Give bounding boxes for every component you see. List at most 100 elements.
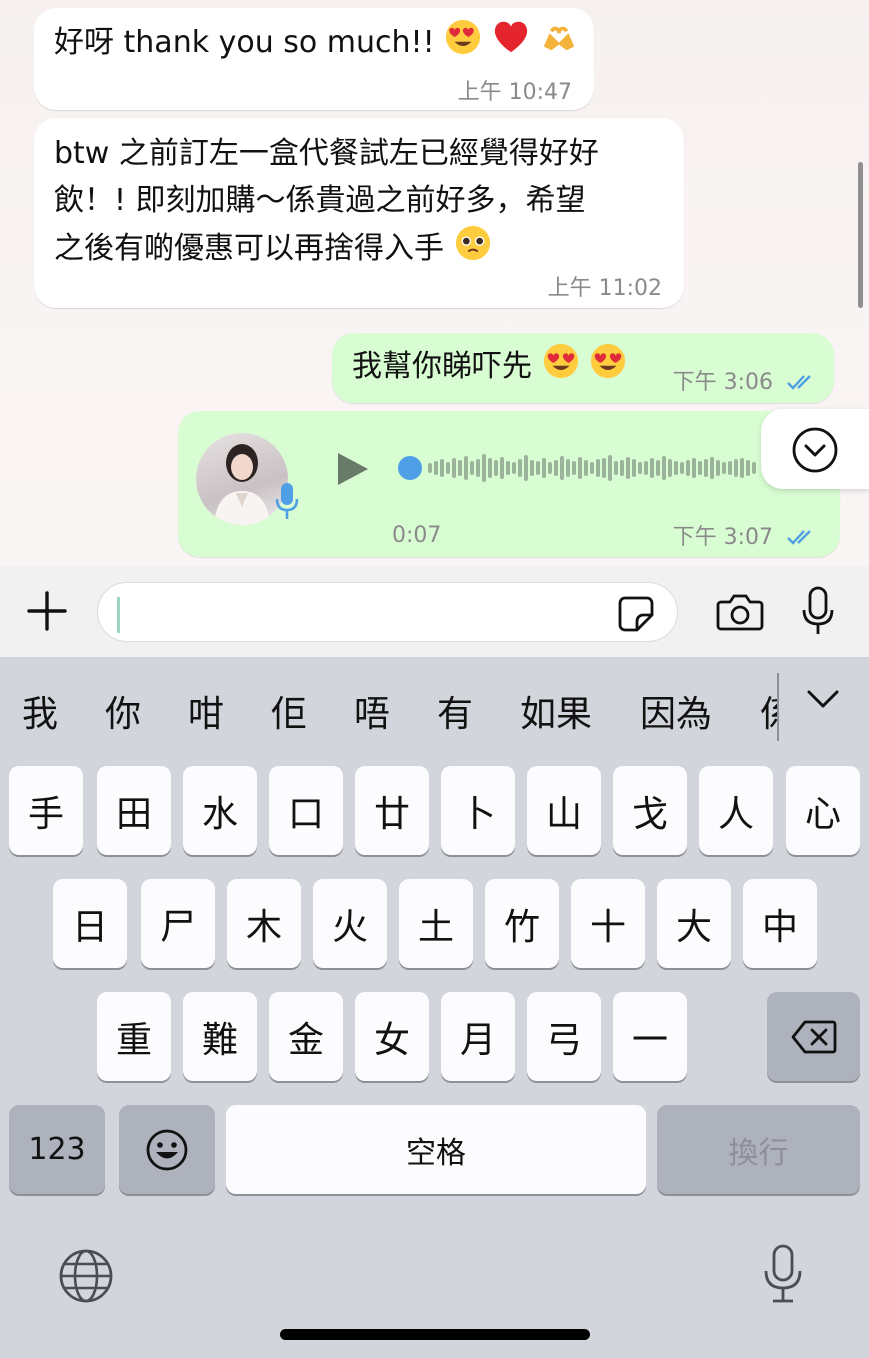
key[interactable]: 口 bbox=[269, 766, 343, 855]
waveform-bar bbox=[578, 457, 582, 479]
key[interactable]: 心 bbox=[786, 766, 860, 855]
waveform-bar bbox=[542, 458, 546, 478]
key[interactable]: 土 bbox=[399, 879, 473, 968]
key[interactable]: 大 bbox=[657, 879, 731, 968]
waveform-bar bbox=[482, 454, 486, 482]
chevron-down-icon[interactable] bbox=[805, 687, 841, 711]
message-meta: 下午 3:07 bbox=[673, 519, 818, 551]
emoji-key[interactable] bbox=[119, 1105, 215, 1194]
delete-key[interactable] bbox=[767, 992, 860, 1081]
waveform-bar bbox=[428, 463, 432, 473]
waveform-bar bbox=[746, 460, 750, 476]
key[interactable]: 手 bbox=[9, 766, 83, 855]
dictation-icon[interactable] bbox=[762, 1243, 804, 1305]
home-indicator bbox=[280, 1329, 590, 1340]
waveform-bar bbox=[614, 461, 618, 475]
play-icon[interactable] bbox=[336, 451, 370, 487]
waveform-bar bbox=[728, 461, 732, 475]
numbers-key[interactable]: 123 bbox=[9, 1105, 105, 1194]
globe-icon[interactable] bbox=[58, 1248, 114, 1304]
key[interactable]: 廿 bbox=[355, 766, 429, 855]
waveform-bar bbox=[464, 456, 468, 480]
microphone-icon[interactable] bbox=[801, 586, 835, 638]
waveform-bar bbox=[440, 459, 444, 477]
waveform-bar bbox=[632, 459, 636, 477]
message-time: 上午 10:47 bbox=[457, 80, 572, 105]
voice-duration: 0:07 bbox=[392, 523, 442, 548]
waveform-bar bbox=[620, 460, 624, 476]
waveform-bar bbox=[686, 460, 690, 476]
waveform-bar bbox=[434, 461, 438, 475]
waveform-bar bbox=[548, 462, 552, 474]
read-ticks-icon bbox=[787, 530, 811, 545]
candidate-word[interactable]: 佢 bbox=[271, 685, 307, 737]
waveform-bar bbox=[608, 455, 612, 481]
sticker-icon[interactable] bbox=[617, 595, 655, 633]
waveform-bar bbox=[530, 460, 534, 476]
candidate-word[interactable]: 有 bbox=[437, 685, 473, 737]
waveform-bar bbox=[512, 462, 516, 474]
key[interactable]: 一 bbox=[613, 992, 687, 1081]
waveform-bar bbox=[644, 461, 648, 475]
voice-message[interactable]: 0:07 下午 3:07 bbox=[178, 411, 840, 557]
key[interactable]: 金 bbox=[269, 992, 343, 1081]
key[interactable]: 木 bbox=[227, 879, 301, 968]
waveform-bar bbox=[650, 458, 654, 478]
candidate-word[interactable]: 因為 bbox=[640, 685, 712, 737]
scrollbar[interactable] bbox=[858, 162, 863, 308]
key[interactable]: 山 bbox=[527, 766, 601, 855]
key[interactable]: 難 bbox=[183, 992, 257, 1081]
message-input[interactable] bbox=[97, 582, 678, 642]
key[interactable]: 戈 bbox=[613, 766, 687, 855]
key[interactable]: 十 bbox=[571, 879, 645, 968]
keyboard: 我 你 咁 佢 唔 有 如果 因為 係 手 田 水 口 廿 卜 山 戈 人 心 … bbox=[0, 657, 869, 1358]
key[interactable]: 竹 bbox=[485, 879, 559, 968]
waveform[interactable] bbox=[428, 449, 763, 487]
key[interactable]: 火 bbox=[313, 879, 387, 968]
candidate-word[interactable]: 唔 bbox=[354, 685, 390, 737]
message-incoming[interactable]: 好呀 thank you so much!! 上午 10:47 bbox=[34, 8, 594, 110]
microphone-badge-icon bbox=[275, 483, 299, 519]
scroll-to-bottom-button[interactable] bbox=[761, 409, 869, 489]
candidate-word[interactable]: 我 bbox=[22, 685, 58, 737]
playback-progress-dot[interactable] bbox=[398, 456, 422, 480]
waveform-bar bbox=[572, 461, 576, 475]
key[interactable]: 弓 bbox=[527, 992, 601, 1081]
key[interactable]: 人 bbox=[699, 766, 773, 855]
key[interactable]: 卜 bbox=[441, 766, 515, 855]
candidate-word[interactable]: 係 bbox=[760, 685, 778, 737]
message-outgoing[interactable]: 我幫你睇吓先 下午 3:06 bbox=[332, 333, 834, 403]
waveform-bar bbox=[656, 460, 660, 476]
waveform-bar bbox=[734, 459, 738, 477]
key[interactable]: 水 bbox=[183, 766, 257, 855]
key[interactable]: 田 bbox=[97, 766, 171, 855]
key[interactable]: 尸 bbox=[141, 879, 215, 968]
waveform-bar bbox=[716, 460, 720, 476]
pleading-face-emoji-icon bbox=[455, 225, 490, 261]
key[interactable]: 中 bbox=[743, 879, 817, 968]
waveform-bar bbox=[566, 459, 570, 477]
candidate-word[interactable]: 你 bbox=[105, 685, 141, 737]
read-ticks-icon bbox=[787, 375, 811, 390]
key[interactable]: 重 bbox=[97, 992, 171, 1081]
plus-icon[interactable] bbox=[26, 590, 68, 632]
key[interactable]: 月 bbox=[441, 992, 515, 1081]
camera-icon[interactable] bbox=[716, 592, 764, 632]
waveform-bar bbox=[452, 458, 456, 478]
key[interactable]: 女 bbox=[355, 992, 429, 1081]
candidate-word[interactable]: 咁 bbox=[188, 685, 224, 737]
message-time: 下午 3:06 bbox=[672, 370, 773, 395]
return-key[interactable]: 換行 bbox=[657, 1105, 860, 1194]
waveform-bar bbox=[560, 456, 564, 480]
key[interactable]: 日 bbox=[53, 879, 127, 968]
candidate-word[interactable]: 如果 bbox=[520, 685, 592, 737]
message-input-bar bbox=[0, 566, 869, 657]
message-incoming[interactable]: btw 之前訂左一盒代餐試左已經覺得好好 飲！! 即刻加購～係貴過之前好多，希望… bbox=[34, 118, 684, 308]
waveform-bar bbox=[494, 460, 498, 476]
heart-eyes-emoji-icon bbox=[590, 343, 626, 379]
space-key[interactable]: 空格 bbox=[226, 1105, 646, 1194]
waveform-bar bbox=[470, 461, 474, 475]
waveform-bar bbox=[740, 458, 744, 478]
waveform-bar bbox=[554, 460, 558, 476]
waveform-bar bbox=[596, 459, 600, 477]
